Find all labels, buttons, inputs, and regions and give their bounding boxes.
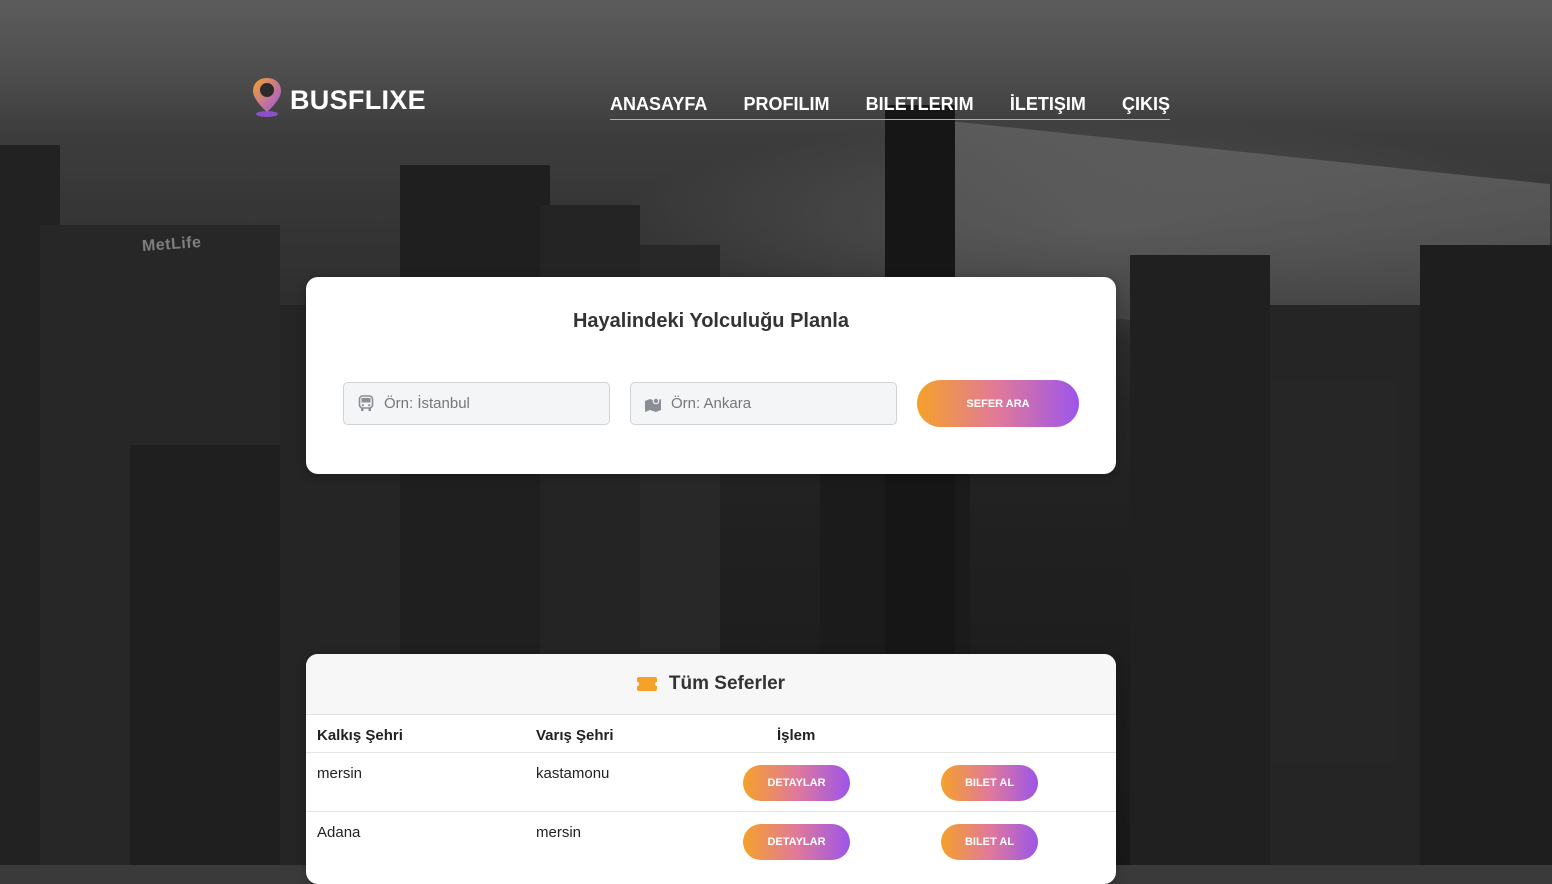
to-field[interactable] [630, 382, 897, 425]
column-header-to: Varış Şehri [536, 727, 614, 744]
row-from-city: mersin [317, 765, 363, 782]
row-from-city: Adana [317, 824, 361, 841]
row-to-city: mersin [536, 824, 582, 841]
nav-profile[interactable]: PROFILIM [744, 94, 830, 115]
nav-logout[interactable]: ÇIKIŞ [1122, 94, 1170, 115]
bus-icon [357, 395, 375, 413]
row-divider [306, 811, 1116, 812]
main-nav: ANASAYFA PROFILIM BILETLERIM İLETIŞIM ÇI… [610, 94, 1170, 120]
nav-contact[interactable]: İLETIŞIM [1010, 94, 1086, 115]
buy-ticket-button[interactable]: BILET AL [941, 824, 1038, 860]
search-trips-button[interactable]: SEFER ARA [917, 380, 1079, 427]
details-button[interactable]: DETAYLAR [743, 824, 850, 860]
trips-title: Tüm Seferler [668, 673, 786, 694]
location-pin-icon [253, 78, 281, 117]
to-input[interactable] [671, 395, 871, 412]
brand-name: BUSFLIXE [290, 84, 426, 115]
nav-home[interactable]: ANASAYFA [610, 94, 707, 115]
map-icon [644, 395, 662, 413]
trips-header: Tüm Seferler [306, 654, 1116, 715]
search-title: Hayalindeki Yolculuğu Planla [572, 310, 849, 332]
from-field[interactable] [343, 382, 610, 425]
from-input[interactable] [384, 395, 584, 412]
column-header-action: İşlem [777, 727, 816, 744]
trips-card: Tüm Seferler Kalkış Şehri Varış Şehri İş… [306, 654, 1116, 884]
details-button[interactable]: DETAYLAR [743, 765, 850, 801]
row-divider [306, 752, 1116, 753]
brand-logo[interactable]: BUSFLIXE [250, 76, 426, 118]
nav-tickets[interactable]: BILETLERIM [866, 94, 974, 115]
buy-ticket-button[interactable]: BILET AL [941, 765, 1038, 801]
column-header-from: Kalkış Şehri [317, 727, 403, 744]
search-card: Hayalindeki Yolculuğu Planla SEFER ARA [306, 277, 1116, 474]
row-to-city: kastamonu [536, 765, 610, 782]
ticket-icon [636, 677, 657, 691]
